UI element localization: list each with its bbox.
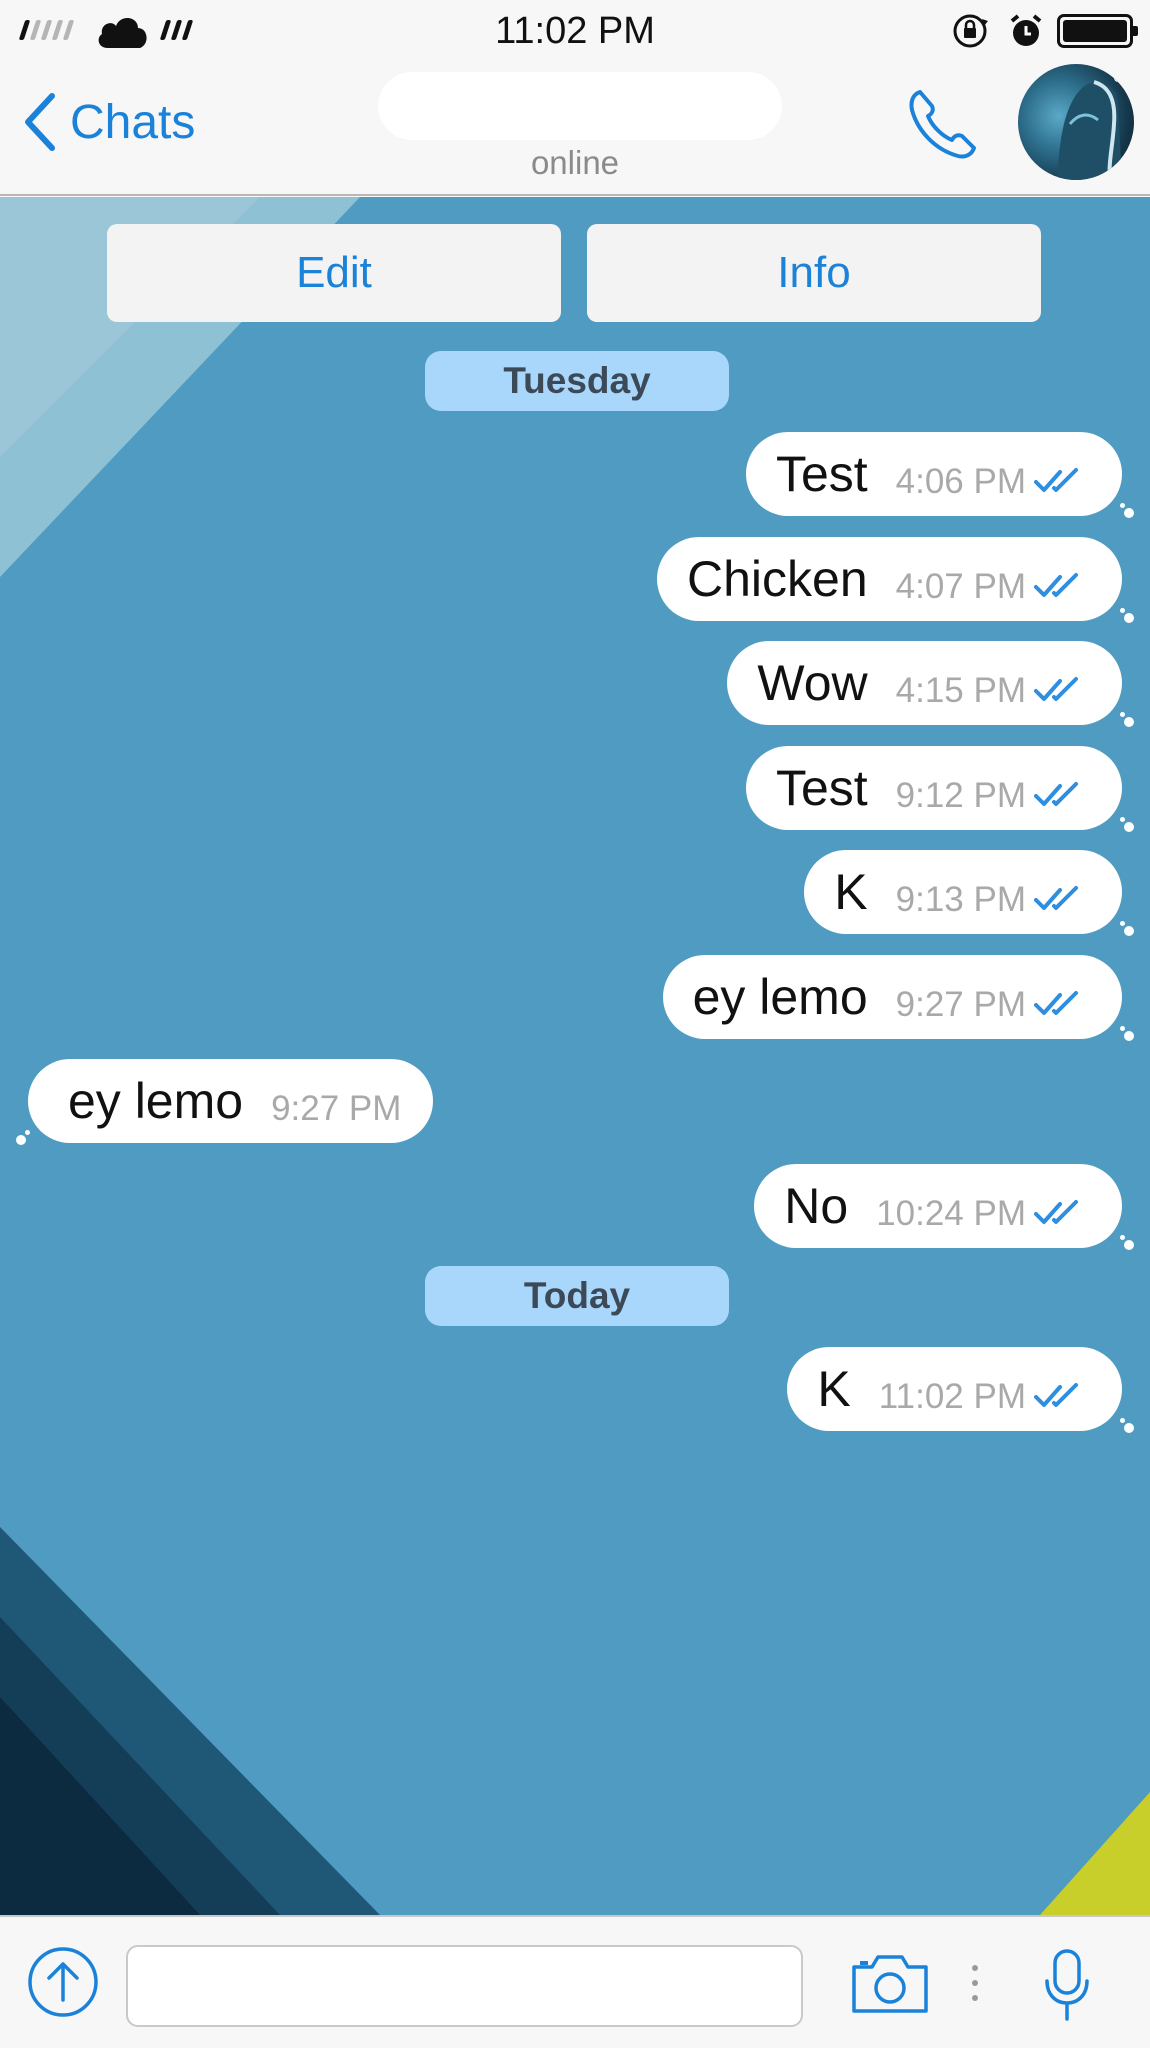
back-label: Chats — [70, 95, 196, 149]
chevron-left-icon — [25, 93, 55, 151]
message-text: Test — [775, 760, 868, 816]
back-button[interactable]: Chats — [22, 92, 195, 152]
message-bubble-outgoing[interactable]: Chicken 4:07 PM — [657, 537, 1134, 623]
read-receipt-icon — [1034, 782, 1078, 806]
read-receipt-icon — [1034, 1383, 1078, 1407]
message-bubble-outgoing[interactable]: K 9:13 PM — [804, 850, 1134, 936]
message-bubble-outgoing[interactable]: Wow 4:15 PM — [727, 641, 1134, 727]
message-bubble-outgoing[interactable]: Test 4:06 PM — [745, 432, 1134, 518]
message-time: 4:15 PM — [895, 671, 1026, 710]
message-bubble-outgoing[interactable]: Test 9:12 PM — [745, 746, 1134, 832]
message-time: 9:27 PM — [271, 1089, 402, 1128]
message-bubble-outgoing[interactable]: ey lemo 9:27 PM — [662, 955, 1134, 1041]
microphone-icon[interactable] — [1042, 1947, 1092, 2023]
message-text: Test — [775, 446, 868, 502]
read-receipt-icon — [1034, 677, 1078, 701]
message-text: K — [834, 864, 868, 920]
edit-button[interactable]: Edit — [107, 224, 561, 322]
message-time: 9:27 PM — [895, 985, 1026, 1024]
alarm-icon — [1010, 14, 1042, 46]
avatar[interactable] — [1018, 64, 1134, 180]
message-text: Chicken — [687, 551, 868, 607]
message-text: ey lemo — [68, 1073, 244, 1129]
message-bubble-incoming[interactable]: ey lemo 9:27 PM — [16, 1059, 434, 1145]
read-receipt-icon — [1034, 468, 1078, 492]
message-time: 4:07 PM — [895, 567, 1026, 606]
more-icon[interactable] — [972, 1965, 978, 2001]
message-text: K — [817, 1361, 851, 1417]
message-text: Wow — [757, 655, 868, 711]
read-receipt-icon — [1034, 886, 1078, 910]
date-divider: Tuesday — [425, 351, 729, 411]
read-receipt-icon — [1034, 991, 1078, 1015]
status-bar: 11:02 PM — [0, 0, 1150, 62]
message-text: ey lemo — [692, 969, 868, 1025]
rotation-lock-icon — [953, 14, 988, 48]
avatar-image — [1058, 74, 1122, 180]
phone-icon[interactable] — [906, 88, 978, 160]
message-time: 9:12 PM — [895, 776, 1026, 815]
message-time: 10:24 PM — [876, 1194, 1026, 1233]
read-receipt-icon — [1034, 1200, 1078, 1224]
message-input[interactable] — [126, 1945, 803, 2027]
message-text: No — [784, 1178, 849, 1234]
input-bar — [0, 1915, 1150, 2048]
camera-icon[interactable] — [850, 1953, 930, 2015]
battery-icon — [1057, 14, 1138, 48]
message-bubble-outgoing[interactable]: No 10:24 PM — [754, 1164, 1134, 1250]
message-time: 9:13 PM — [895, 880, 1026, 919]
upload-icon[interactable] — [27, 1946, 99, 2018]
info-button[interactable]: Info — [587, 224, 1041, 322]
read-receipt-icon — [1034, 573, 1078, 597]
navigation-bar: Chats online — [0, 62, 1150, 196]
message-bubble-outgoing[interactable]: K 11:02 PM — [787, 1347, 1134, 1433]
message-time: 4:06 PM — [895, 462, 1026, 501]
chat-area[interactable]: Edit Info Tuesday Test 4:06 PM Chicken 4… — [0, 197, 1150, 1915]
contact-name-redacted[interactable] — [378, 72, 782, 140]
date-divider: Today — [425, 1266, 729, 1326]
message-time: 11:02 PM — [878, 1377, 1026, 1416]
chat-actions: Edit Info — [107, 224, 1041, 322]
